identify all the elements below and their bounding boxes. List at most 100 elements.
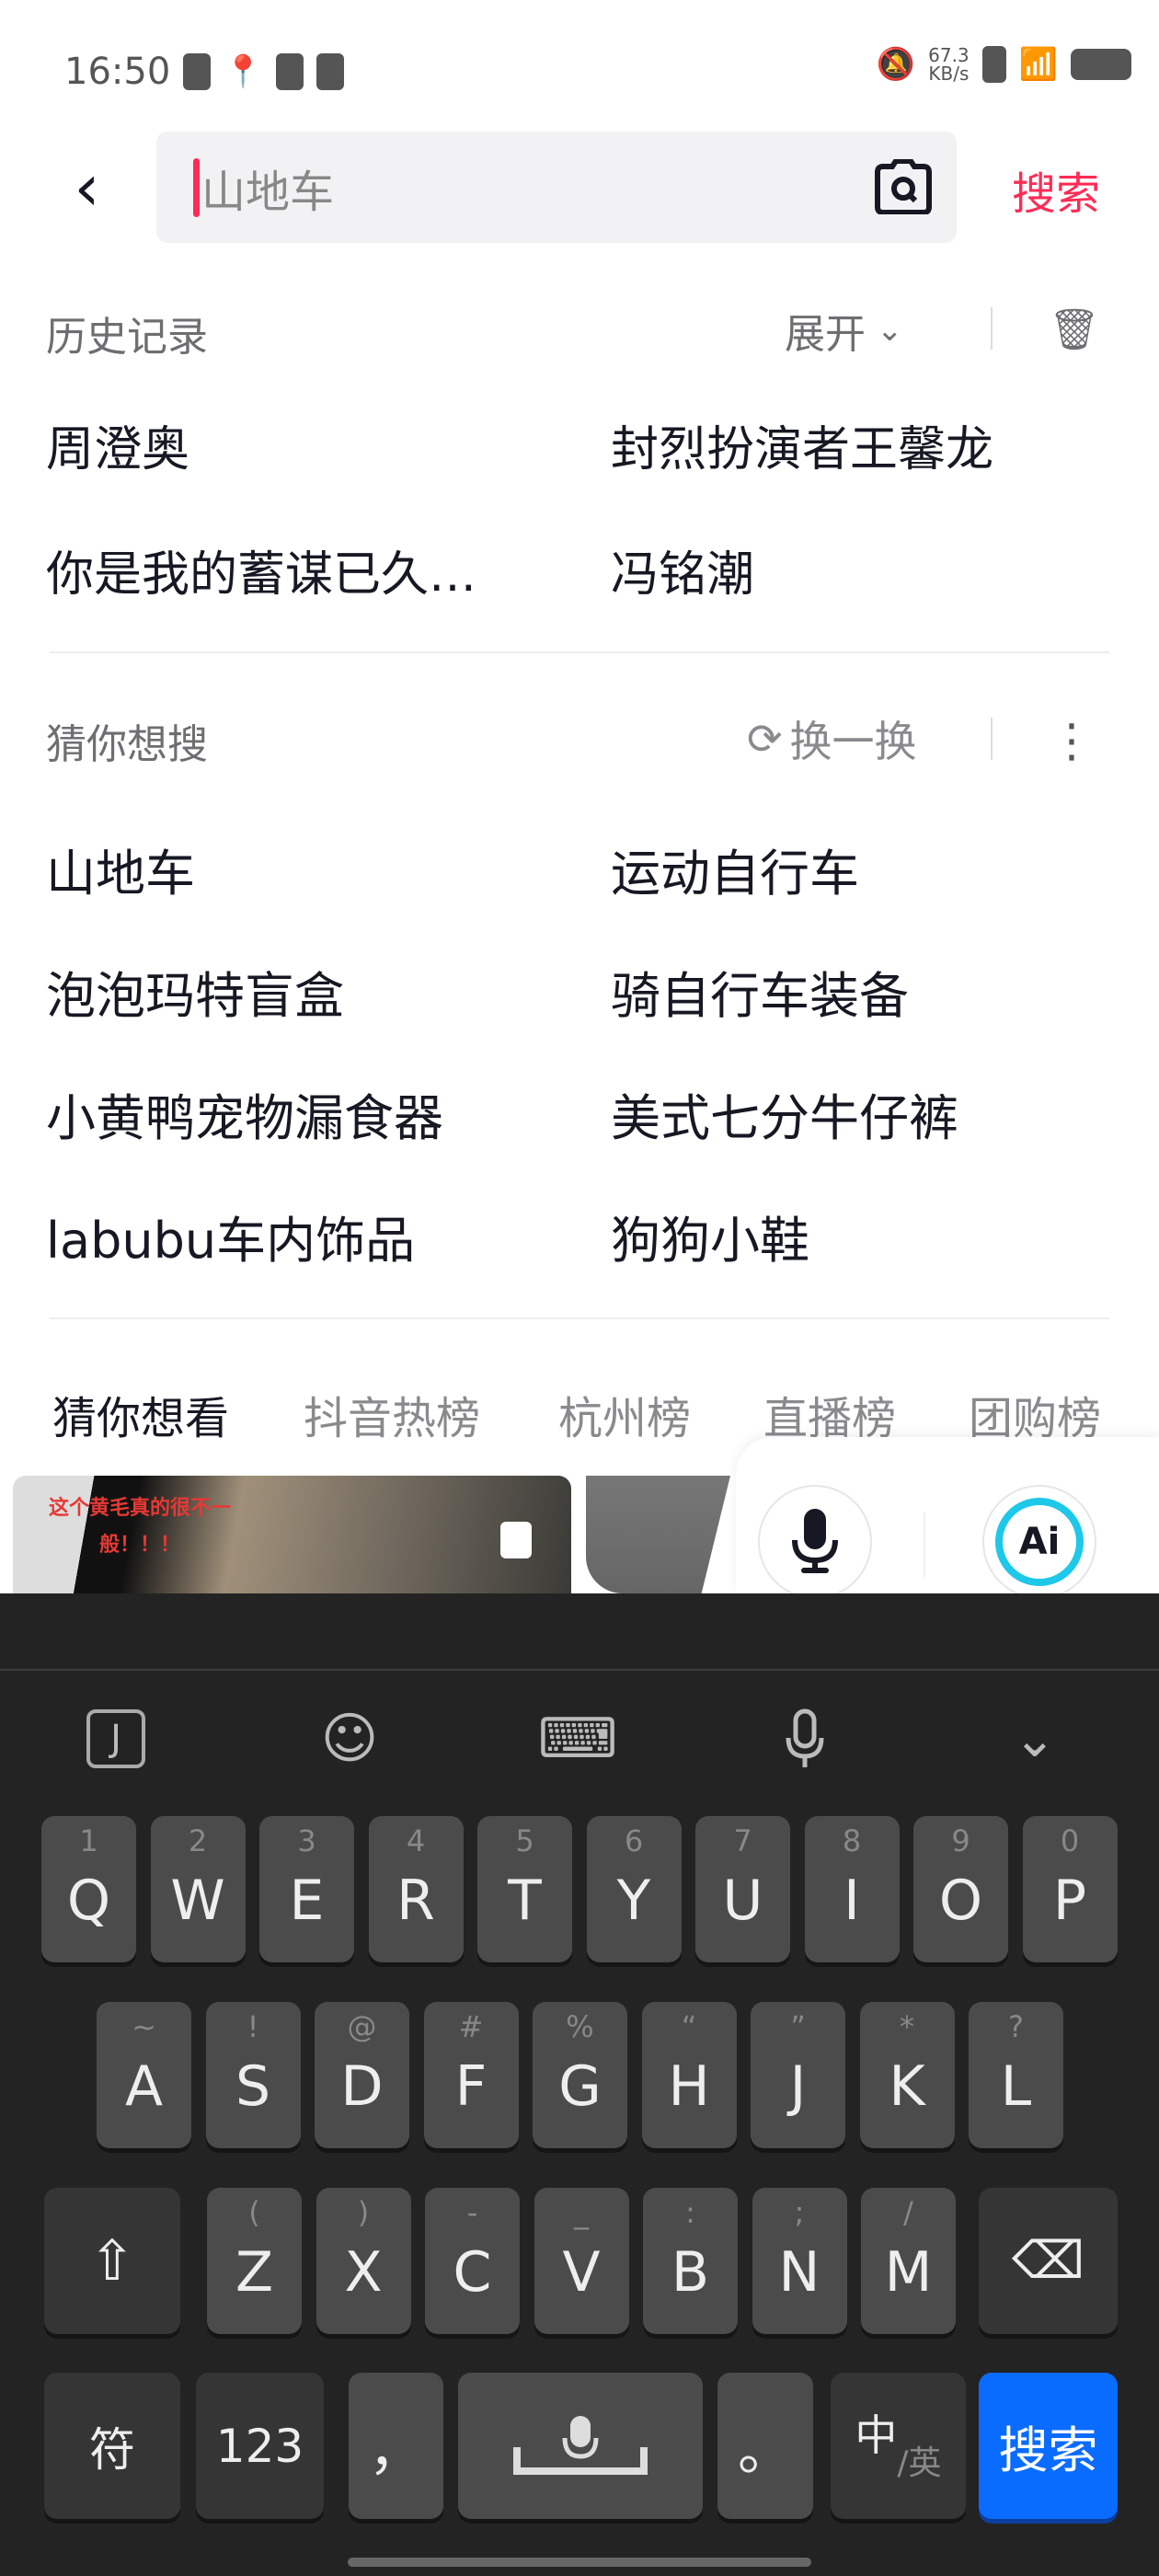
clear-history-button[interactable]: 🗑: [1021, 281, 1128, 378]
key-j[interactable]: ” J: [751, 2002, 845, 2148]
tab-hangzhou[interactable]: 杭州榜: [558, 1382, 691, 1446]
key-g[interactable]: % G: [533, 2002, 627, 2148]
expand-label: 展开: [785, 311, 866, 358]
suggestion-item[interactable]: labubu车内饰品: [46, 1200, 415, 1272]
comma-key[interactable]: ，: [349, 2373, 443, 2519]
history-item[interactable]: 你是我的蓄谋已久…: [46, 535, 476, 604]
key-w[interactable]: 2W: [150, 1816, 246, 1962]
trash-icon: 🗑: [1049, 306, 1100, 353]
key-letter: Z: [235, 2239, 274, 2305]
key-z[interactable]: (Z: [207, 2188, 302, 2334]
key-letter: S: [235, 2053, 271, 2119]
key-k[interactable]: * K: [859, 2002, 955, 2148]
key-o[interactable]: 9O: [913, 1816, 1008, 1962]
period-key[interactable]: 。: [717, 2373, 813, 2519]
separator: [991, 718, 993, 760]
key-v[interactable]: _ V: [534, 2188, 629, 2334]
ai-search-button[interactable]: Ai: [982, 1485, 1096, 1599]
space-key[interactable]: [458, 2373, 703, 2519]
camera-search-icon: [875, 159, 932, 214]
key-n[interactable]: ; N: [752, 2188, 847, 2334]
emoji-icon[interactable]: ☺: [313, 1702, 386, 1776]
key-secondary: ?: [1008, 2009, 1024, 2044]
key-q[interactable]: 1Q: [41, 1816, 136, 1962]
speed-unit: KB/s: [928, 63, 970, 85]
video-thumbnail[interactable]: 这个黄毛真的很不一般！！！: [13, 1476, 571, 1604]
search-input[interactable]: 山地车: [156, 132, 957, 243]
app-notification-icon: [275, 53, 304, 90]
voice-input-icon[interactable]: [768, 1702, 842, 1776]
language-toggle-key[interactable]: 中 /英: [831, 2373, 966, 2519]
key-x[interactable]: ) X: [316, 2188, 411, 2334]
shift-key[interactable]: ⇧: [44, 2188, 180, 2334]
chevron-left-icon: ‹: [74, 149, 100, 225]
collapse-keyboard-icon[interactable]: ⌄: [998, 1702, 1072, 1776]
keyboard-switch-icon[interactable]: J: [86, 1709, 145, 1768]
history-item[interactable]: 封烈扮演者王馨龙: [611, 410, 993, 479]
key-a[interactable]: ~ A: [97, 2002, 191, 2148]
key-secondary: -: [466, 2195, 478, 2230]
key-letter: Q: [66, 1868, 111, 1933]
key-m[interactable]: / M: [861, 2188, 956, 2334]
key-secondary: #: [458, 2009, 484, 2044]
key-letter: O: [938, 1868, 983, 1933]
clipboard-icon: [183, 53, 212, 90]
numbers-key[interactable]: 123: [196, 2373, 324, 2519]
search-enter-key[interactable]: 搜索: [979, 2373, 1118, 2519]
search-query: 山地车: [201, 166, 335, 218]
key-u[interactable]: 7U: [695, 1816, 790, 1962]
usb-debug-icon: [316, 53, 344, 90]
suggestion-item[interactable]: 泡泡玛特盲盒: [46, 955, 344, 1028]
more-options-button[interactable]: ⋮: [1021, 685, 1122, 796]
expand-history-button[interactable]: 展开 ⌄: [785, 287, 929, 374]
tab-guess-watch[interactable]: 猜你想看: [52, 1382, 229, 1446]
history-item[interactable]: 冯铭潮: [611, 535, 754, 604]
key-letter: Y: [616, 1868, 651, 1933]
key-l[interactable]: ? L: [969, 2002, 1063, 2148]
key-h[interactable]: “H: [641, 2002, 737, 2148]
suggestion-item[interactable]: 骑自行车装备: [611, 955, 909, 1028]
history-title: 历史记录: [46, 314, 208, 361]
video-thumbnail[interactable]: [586, 1476, 730, 1593]
voice-search-button[interactable]: [758, 1485, 872, 1599]
key-s[interactable]: ! S: [205, 2002, 301, 2148]
suggestion-item[interactable]: 山地车: [46, 833, 195, 905]
shift-arrow-icon: ⇧: [88, 2228, 136, 2294]
key-c[interactable]: -C: [425, 2188, 520, 2334]
key-t[interactable]: 5T: [477, 1816, 572, 1962]
key-i[interactable]: 8I: [804, 1816, 900, 1962]
key-p[interactable]: 0P: [1022, 1816, 1118, 1962]
suggestion-item[interactable]: 运动自行车: [611, 833, 859, 905]
refresh-button[interactable]: ⟳ 换一换: [747, 708, 917, 769]
key-f[interactable]: # F: [423, 2002, 519, 2148]
key-e[interactable]: 3E: [259, 1816, 354, 1962]
speed-value: 67.3: [928, 44, 970, 66]
symbols-key[interactable]: 符: [44, 2373, 180, 2519]
wifi-icon: 📶: [1018, 46, 1058, 83]
suggestion-item[interactable]: 美式七分牛仔裤: [611, 1077, 958, 1150]
keyboard-layout-icon[interactable]: ⌨: [538, 1702, 618, 1776]
key-letter: B: [671, 2239, 710, 2305]
suggestion-item[interactable]: 狗狗小鞋: [611, 1200, 809, 1272]
clock: 16:50: [64, 51, 171, 93]
backspace-key[interactable]: ⌫: [979, 2188, 1118, 2334]
suggestion-item[interactable]: 小黄鸭宠物漏食器: [46, 1077, 443, 1150]
key-b[interactable]: :B: [643, 2188, 738, 2334]
key-r[interactable]: 4R: [368, 1816, 464, 1962]
battery-icon: [1071, 49, 1131, 80]
home-indicator[interactable]: [348, 2558, 811, 2567]
status-bar-right: 🔕 67.3 KB/s 📶: [877, 46, 1131, 83]
key-secondary: ~: [132, 2009, 156, 2044]
search-button[interactable]: 搜索: [979, 136, 1133, 243]
history-item[interactable]: 周澄奥: [46, 410, 189, 479]
key-d[interactable]: @ D: [315, 2002, 409, 2148]
image-search-button[interactable]: [861, 144, 946, 229]
tab-douyin-hot[interactable]: 抖音热榜: [304, 1382, 480, 1446]
key-secondary: 0: [1060, 1823, 1080, 1858]
key-y[interactable]: 6Y: [586, 1816, 682, 1962]
map-icon: 📍: [224, 53, 263, 90]
back-button[interactable]: ‹: [33, 132, 141, 243]
space-mic-icon: [513, 2415, 648, 2475]
separator: [924, 1512, 925, 1577]
separator: [991, 307, 993, 350]
